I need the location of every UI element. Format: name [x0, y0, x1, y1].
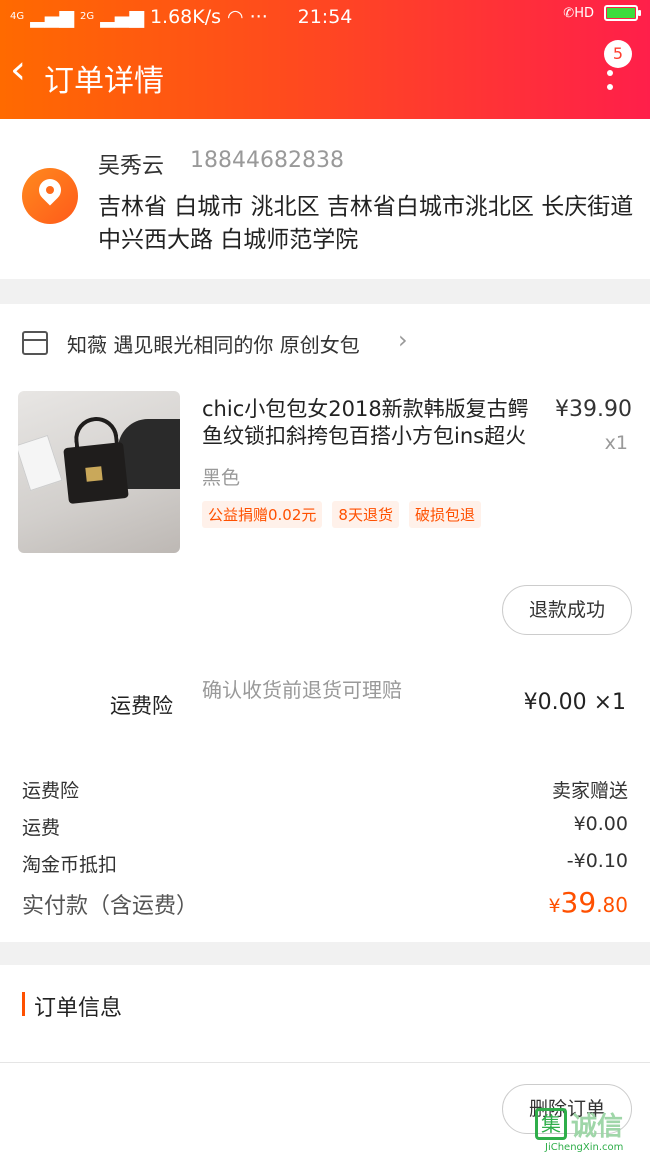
product-variant: 黑色 — [202, 467, 241, 489]
watermark-mark: 集 — [535, 1108, 567, 1140]
fee-label: 运费险 — [22, 780, 80, 802]
chevron-left-icon: ‹ — [10, 47, 26, 93]
fee-row: 运费 ¥0.00 — [22, 813, 628, 840]
product-image[interactable] — [18, 391, 180, 553]
tag-damage-return: 破损包退 — [408, 501, 481, 528]
recipient-phone: 18844682838 — [190, 148, 344, 173]
back-button[interactable]: ‹ — [10, 50, 40, 90]
shipping-address: 吉林省 白城市 洮北区 吉林省白城市洮北区 长庆街道 中兴西大路 白城师范学院 — [98, 194, 634, 253]
fee-value: 卖家赠送 — [551, 780, 628, 802]
more-dots-icon — [607, 70, 613, 98]
fee-row: 运费险 卖家赠送 — [22, 776, 628, 803]
nav-bar: ‹ 订单详情 5 — [0, 36, 650, 119]
amount-decimal: .80 — [596, 893, 628, 917]
hd-label: HD — [574, 5, 594, 21]
order-info-title: 订单信息 — [34, 996, 123, 1021]
tag-charity: 公益捐赠0.02元 — [202, 501, 323, 528]
amount-integer: 39 — [560, 886, 597, 919]
shop-name-link[interactable]: 知薇 遇见眼光相同的你 原创女包 — [67, 329, 360, 358]
location-icon — [22, 168, 78, 224]
header: 4G ▂▄▆ 2G ▂▄▆ 1.68K/s ◠ ··· 21:54 ✆HD ‹ … — [0, 0, 650, 119]
product-title[interactable]: chic小包包女2018新款韩版复古鳄鱼纹锁扣斜挎包百搭小方包ins超火 — [202, 396, 537, 450]
watermark-logo: 集 诚信 JiChengXin.com — [535, 1108, 648, 1153]
section-accent-bar — [22, 992, 25, 1016]
clock: 21:54 — [297, 6, 353, 28]
total-paid-amount: ¥39.80 — [548, 886, 628, 919]
battery-icon — [604, 5, 641, 21]
service-tags: 公益捐赠0.02元 8天退货 破损包退 — [202, 501, 481, 528]
fee-label: 运费 — [22, 817, 61, 839]
fee-label: 淘金币抵扣 — [22, 854, 118, 876]
fee-value: -¥0.10 — [566, 850, 628, 872]
recipient-name: 吴秀云 — [98, 154, 165, 179]
store-icon — [22, 331, 48, 355]
refund-status-button[interactable]: 退款成功 — [502, 585, 632, 635]
shipping-insurance-label: 运费险 — [110, 694, 173, 718]
tag-return-days: 8天退货 — [332, 501, 399, 528]
call-hd-icon: ✆HD — [563, 5, 594, 21]
currency-symbol: ¥ — [548, 895, 561, 917]
status-bar: 4G ▂▄▆ 2G ▂▄▆ 1.68K/s ◠ ··· 21:54 ✆HD — [0, 0, 650, 36]
fee-value: ¥0.00 — [573, 813, 628, 835]
watermark-text: 诚信 — [571, 1112, 624, 1142]
shipping-insurance-desc: 确认收货前退货可理赔 — [202, 678, 402, 702]
product-quantity: x1 — [604, 432, 628, 454]
product-price: ¥39.90 — [555, 397, 632, 422]
shipping-insurance-price: ¥0.00 ×1 — [523, 690, 626, 715]
fee-row: 淘金币抵扣 -¥0.10 — [22, 850, 628, 877]
page-title: 订单详情 — [44, 64, 164, 99]
total-paid-label: 实付款（含运费） — [22, 894, 199, 919]
chevron-right-icon[interactable]: › — [398, 326, 408, 354]
watermark-url: JiChengXin.com — [545, 1142, 624, 1153]
message-count-badge: 5 — [604, 40, 632, 68]
